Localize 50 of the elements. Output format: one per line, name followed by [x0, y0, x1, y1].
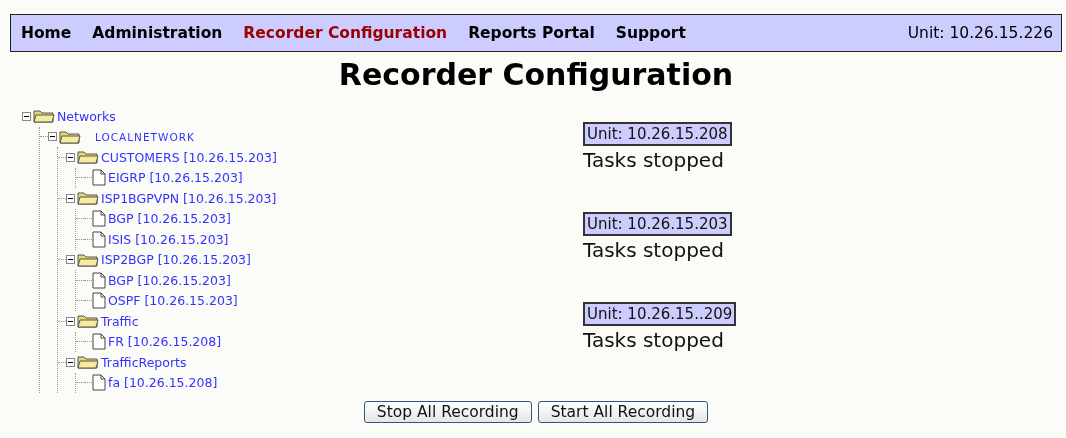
recording-button[interactable]: Start All Recording — [537, 401, 709, 423]
unit-label: Unit: 10.26.15.203 — [583, 212, 732, 236]
task-status: Tasks stopped — [583, 238, 724, 262]
tree-item[interactable]: BGP [10.26.15.203] — [108, 272, 231, 288]
folder-icon — [77, 150, 99, 165]
recording-button[interactable]: Stop All Recording — [363, 401, 532, 423]
document-icon — [92, 169, 106, 187]
collapse-toggle[interactable] — [66, 255, 75, 265]
document-icon — [92, 271, 106, 289]
folder-icon — [33, 109, 55, 124]
folder-icon — [77, 314, 99, 329]
collapse-toggle[interactable] — [66, 357, 75, 367]
collapse-toggle[interactable] — [66, 316, 75, 326]
tree-item[interactable]: fa [10.26.15.208] — [108, 375, 218, 391]
tree-item[interactable]: ISP1BGPVPN [10.26.15.203] — [101, 190, 277, 206]
folder-icon — [77, 252, 99, 267]
collapse-toggle[interactable] — [48, 132, 57, 142]
tree-item[interactable]: Networks — [57, 108, 116, 124]
task-status: Tasks stopped — [583, 148, 724, 172]
document-icon — [92, 210, 106, 228]
tree-item[interactable]: OSPF [10.26.15.203] — [108, 293, 238, 309]
nav-link[interactable]: Reports Portal — [468, 24, 595, 42]
unit-address: Unit: 10.26.15.226 — [907, 24, 1053, 42]
document-icon — [92, 374, 106, 392]
unit-label: Unit: 10.26.15..209 — [583, 302, 737, 326]
page-title: Recorder Configuration — [337, 56, 735, 94]
tree-item[interactable]: EIGRP [10.26.15.203] — [108, 170, 243, 186]
tree-item[interactable]: CUSTOMERS [10.26.15.203] — [101, 149, 277, 165]
tree-item[interactable]: LOCALNETWORK — [95, 130, 195, 143]
document-icon — [92, 333, 106, 351]
nav-link[interactable]: Recorder Configuration — [243, 24, 448, 42]
folder-icon — [77, 355, 99, 370]
collapse-toggle[interactable] — [22, 111, 31, 121]
tree-item[interactable]: TrafficReports — [101, 354, 187, 370]
tree-item[interactable]: ISP2BGP [10.26.15.203] — [101, 252, 251, 268]
collapse-toggle[interactable] — [66, 193, 75, 203]
unit-label: Unit: 10.26.15.208 — [583, 122, 732, 146]
tree-item[interactable]: ISIS [10.26.15.203] — [108, 231, 229, 247]
nav-link[interactable]: Home — [21, 24, 72, 42]
document-icon — [92, 292, 106, 310]
document-icon — [92, 230, 106, 248]
nav-link[interactable]: Administration — [92, 24, 223, 42]
task-status: Tasks stopped — [583, 328, 724, 352]
folder-icon — [77, 191, 99, 206]
nav-link[interactable]: Support — [615, 24, 686, 42]
folder-icon — [59, 129, 81, 144]
tree-item[interactable]: Traffic — [101, 313, 139, 329]
collapse-toggle[interactable] — [66, 152, 75, 162]
tree-item[interactable]: FR [10.26.15.208] — [108, 334, 222, 350]
tree-item[interactable]: BGP [10.26.15.203] — [108, 211, 231, 227]
